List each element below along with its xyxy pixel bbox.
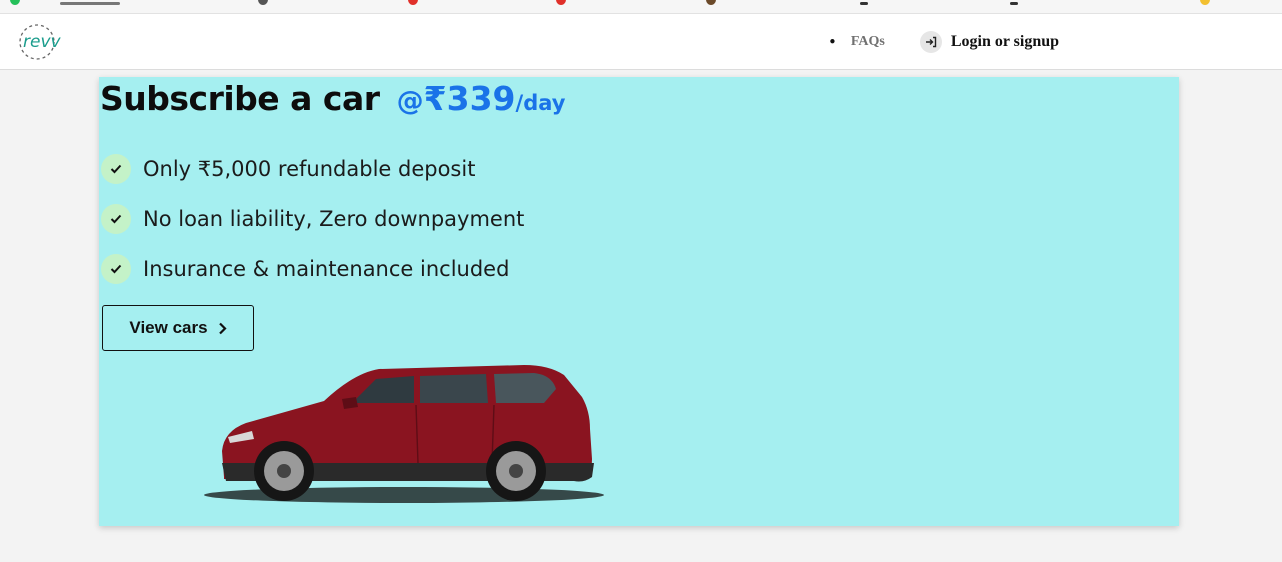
feature-list: Only ₹5,000 refundable deposit No loan l… <box>101 144 524 294</box>
bookmark-icon[interactable] <box>556 0 566 5</box>
svg-text:revv: revv <box>23 32 62 52</box>
revv-logo[interactable]: revv <box>16 22 68 62</box>
bookmark-item[interactable] <box>60 2 120 5</box>
bookmark-icon[interactable] <box>10 0 20 5</box>
feature-item: Insurance & maintenance included <box>101 244 524 294</box>
bookmark-icon[interactable] <box>408 0 418 5</box>
view-cars-button[interactable]: View cars <box>102 305 254 351</box>
revv-logo-icon: revv <box>19 24 62 60</box>
bookmark-icon[interactable] <box>258 0 268 5</box>
bookmark-icon[interactable] <box>706 0 716 5</box>
car-image <box>204 365 604 503</box>
feature-text: Only ₹5,000 refundable deposit <box>143 157 476 181</box>
bookmarks-bar <box>0 0 1282 14</box>
check-icon <box>101 204 131 234</box>
check-icon <box>101 154 131 184</box>
bookmark-icon[interactable] <box>1200 0 1210 5</box>
feature-text: No loan liability, Zero downpayment <box>143 207 525 231</box>
header-nav: • FAQs Login or signup <box>828 14 1059 69</box>
login-signup-button[interactable]: Login or signup <box>919 30 1060 53</box>
check-icon <box>101 254 131 284</box>
banner-title-at: @ <box>396 86 424 117</box>
banner-price: ₹339 <box>423 79 516 118</box>
bookmark-item[interactable] <box>860 2 868 5</box>
chevron-right-icon <box>218 322 227 334</box>
login-arrow-icon <box>919 30 942 53</box>
banner-title-text: Subscribe a car <box>100 79 380 118</box>
feature-item: Only ₹5,000 refundable deposit <box>101 144 524 194</box>
subscription-banner[interactable]: Subscribe a car @₹339/day Only ₹5,000 re… <box>99 77 1179 526</box>
site-header: revv • FAQs Login or signup <box>0 14 1282 70</box>
faqs-link[interactable]: FAQs <box>851 34 885 50</box>
login-signup-label: Login or signup <box>950 32 1060 50</box>
feature-item: No loan liability, Zero downpayment <box>101 194 524 244</box>
banner-price-unit: /day <box>515 91 566 115</box>
view-cars-label: View cars <box>129 318 208 337</box>
feature-text: Insurance & maintenance included <box>143 257 510 281</box>
nav-bullet: • <box>828 32 837 51</box>
banner-title: Subscribe a car @₹339/day <box>100 79 565 118</box>
bookmark-item[interactable] <box>1010 2 1018 5</box>
